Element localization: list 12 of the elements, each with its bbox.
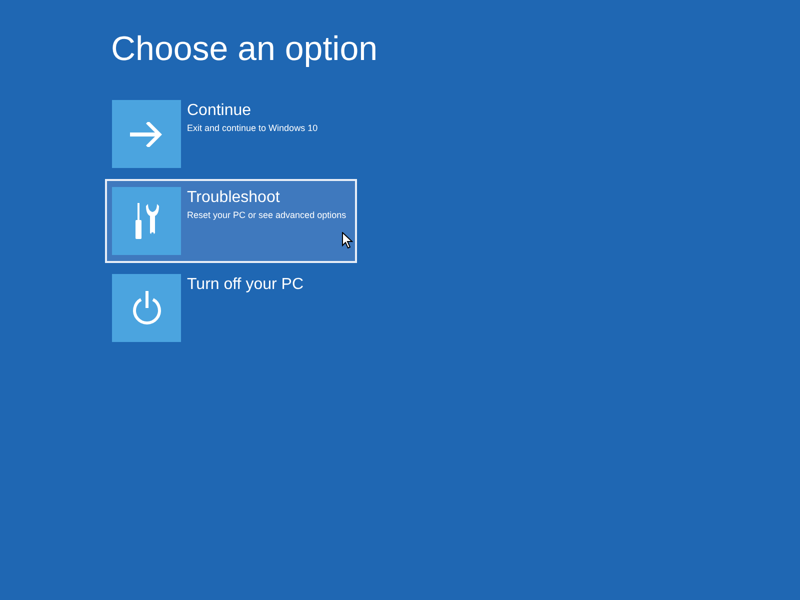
option-title: Troubleshoot bbox=[187, 188, 281, 208]
option-button[interactable]: Turn off your PC bbox=[105, 266, 357, 350]
option-description: Reset your PC or see advanced options bbox=[187, 209, 346, 221]
page-title: Choose an option bbox=[111, 29, 378, 70]
option-title: Continue bbox=[187, 101, 252, 121]
option-button[interactable]: Troubleshoot Reset your PC or see advanced options bbox=[105, 179, 357, 263]
power-icon bbox=[112, 274, 181, 342]
screwdriver-wrench-icon bbox=[112, 187, 181, 255]
option-title: Turn off your PC bbox=[187, 275, 304, 295]
option-description: Exit and continue to Windows 10 bbox=[187, 122, 318, 134]
option-button[interactable]: Continue Exit and continue to Windows 10 bbox=[105, 92, 357, 176]
mouse-pointer-icon bbox=[342, 232, 353, 249]
